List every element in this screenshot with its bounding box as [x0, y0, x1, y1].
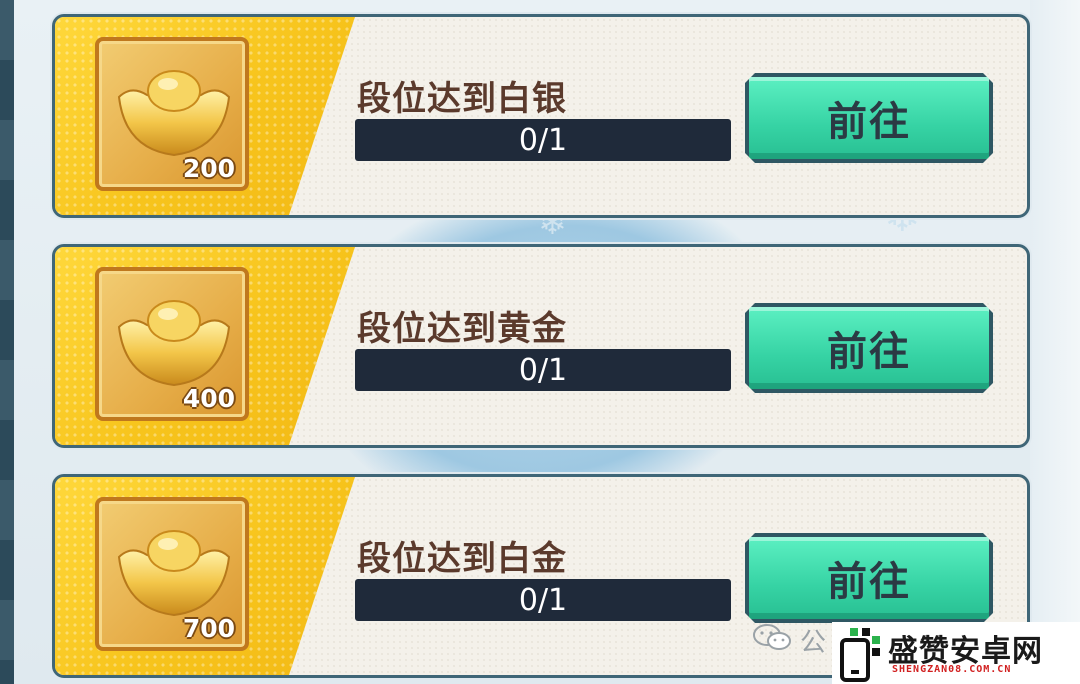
reward-slot: 400 — [95, 267, 249, 421]
wechat-icon — [753, 624, 791, 650]
progress-text: 0/1 — [518, 122, 568, 158]
reward-slot: 200 — [95, 37, 249, 191]
gold-ingot-icon — [117, 70, 231, 157]
task-card: 400 段位达到黄金 0/1 前往 — [52, 244, 1030, 448]
gold-ingot-icon — [117, 530, 231, 617]
reward-amount: 200 — [182, 154, 235, 183]
go-button-label: 前往 — [827, 99, 911, 145]
task-title: 段位达到黄金 — [357, 309, 567, 349]
go-button[interactable]: 前往 — [745, 73, 993, 163]
progress-bar: 0/1 — [355, 119, 731, 161]
phone-logo-icon — [840, 628, 880, 682]
reward-amount: 700 — [182, 614, 235, 643]
progress-bar: 0/1 — [355, 579, 731, 621]
site-watermark: 盛赞安卓网 SHENGZAN08.COM.CN — [832, 622, 1080, 684]
background-edge-right — [1030, 0, 1080, 684]
go-button[interactable]: 前往 — [745, 303, 993, 393]
watermark-prefix: 公 — [800, 628, 827, 658]
go-button-label: 前往 — [827, 329, 911, 375]
go-button-label: 前往 — [827, 559, 911, 605]
task-card: 200 段位达到白银 0/1 前往 — [52, 14, 1030, 218]
progress-bar: 0/1 — [355, 349, 731, 391]
progress-text: 0/1 — [518, 352, 568, 388]
background-edge-left — [0, 0, 14, 684]
reward-slot: 700 — [95, 497, 249, 651]
task-title: 段位达到白银 — [357, 79, 567, 119]
site-domain: SHENGZAN08.COM.CN — [892, 664, 1012, 675]
task-title: 段位达到白金 — [357, 539, 567, 579]
reward-amount: 400 — [182, 384, 235, 413]
go-button[interactable]: 前往 — [745, 533, 993, 623]
progress-text: 0/1 — [518, 582, 568, 618]
gold-ingot-icon — [117, 300, 231, 387]
